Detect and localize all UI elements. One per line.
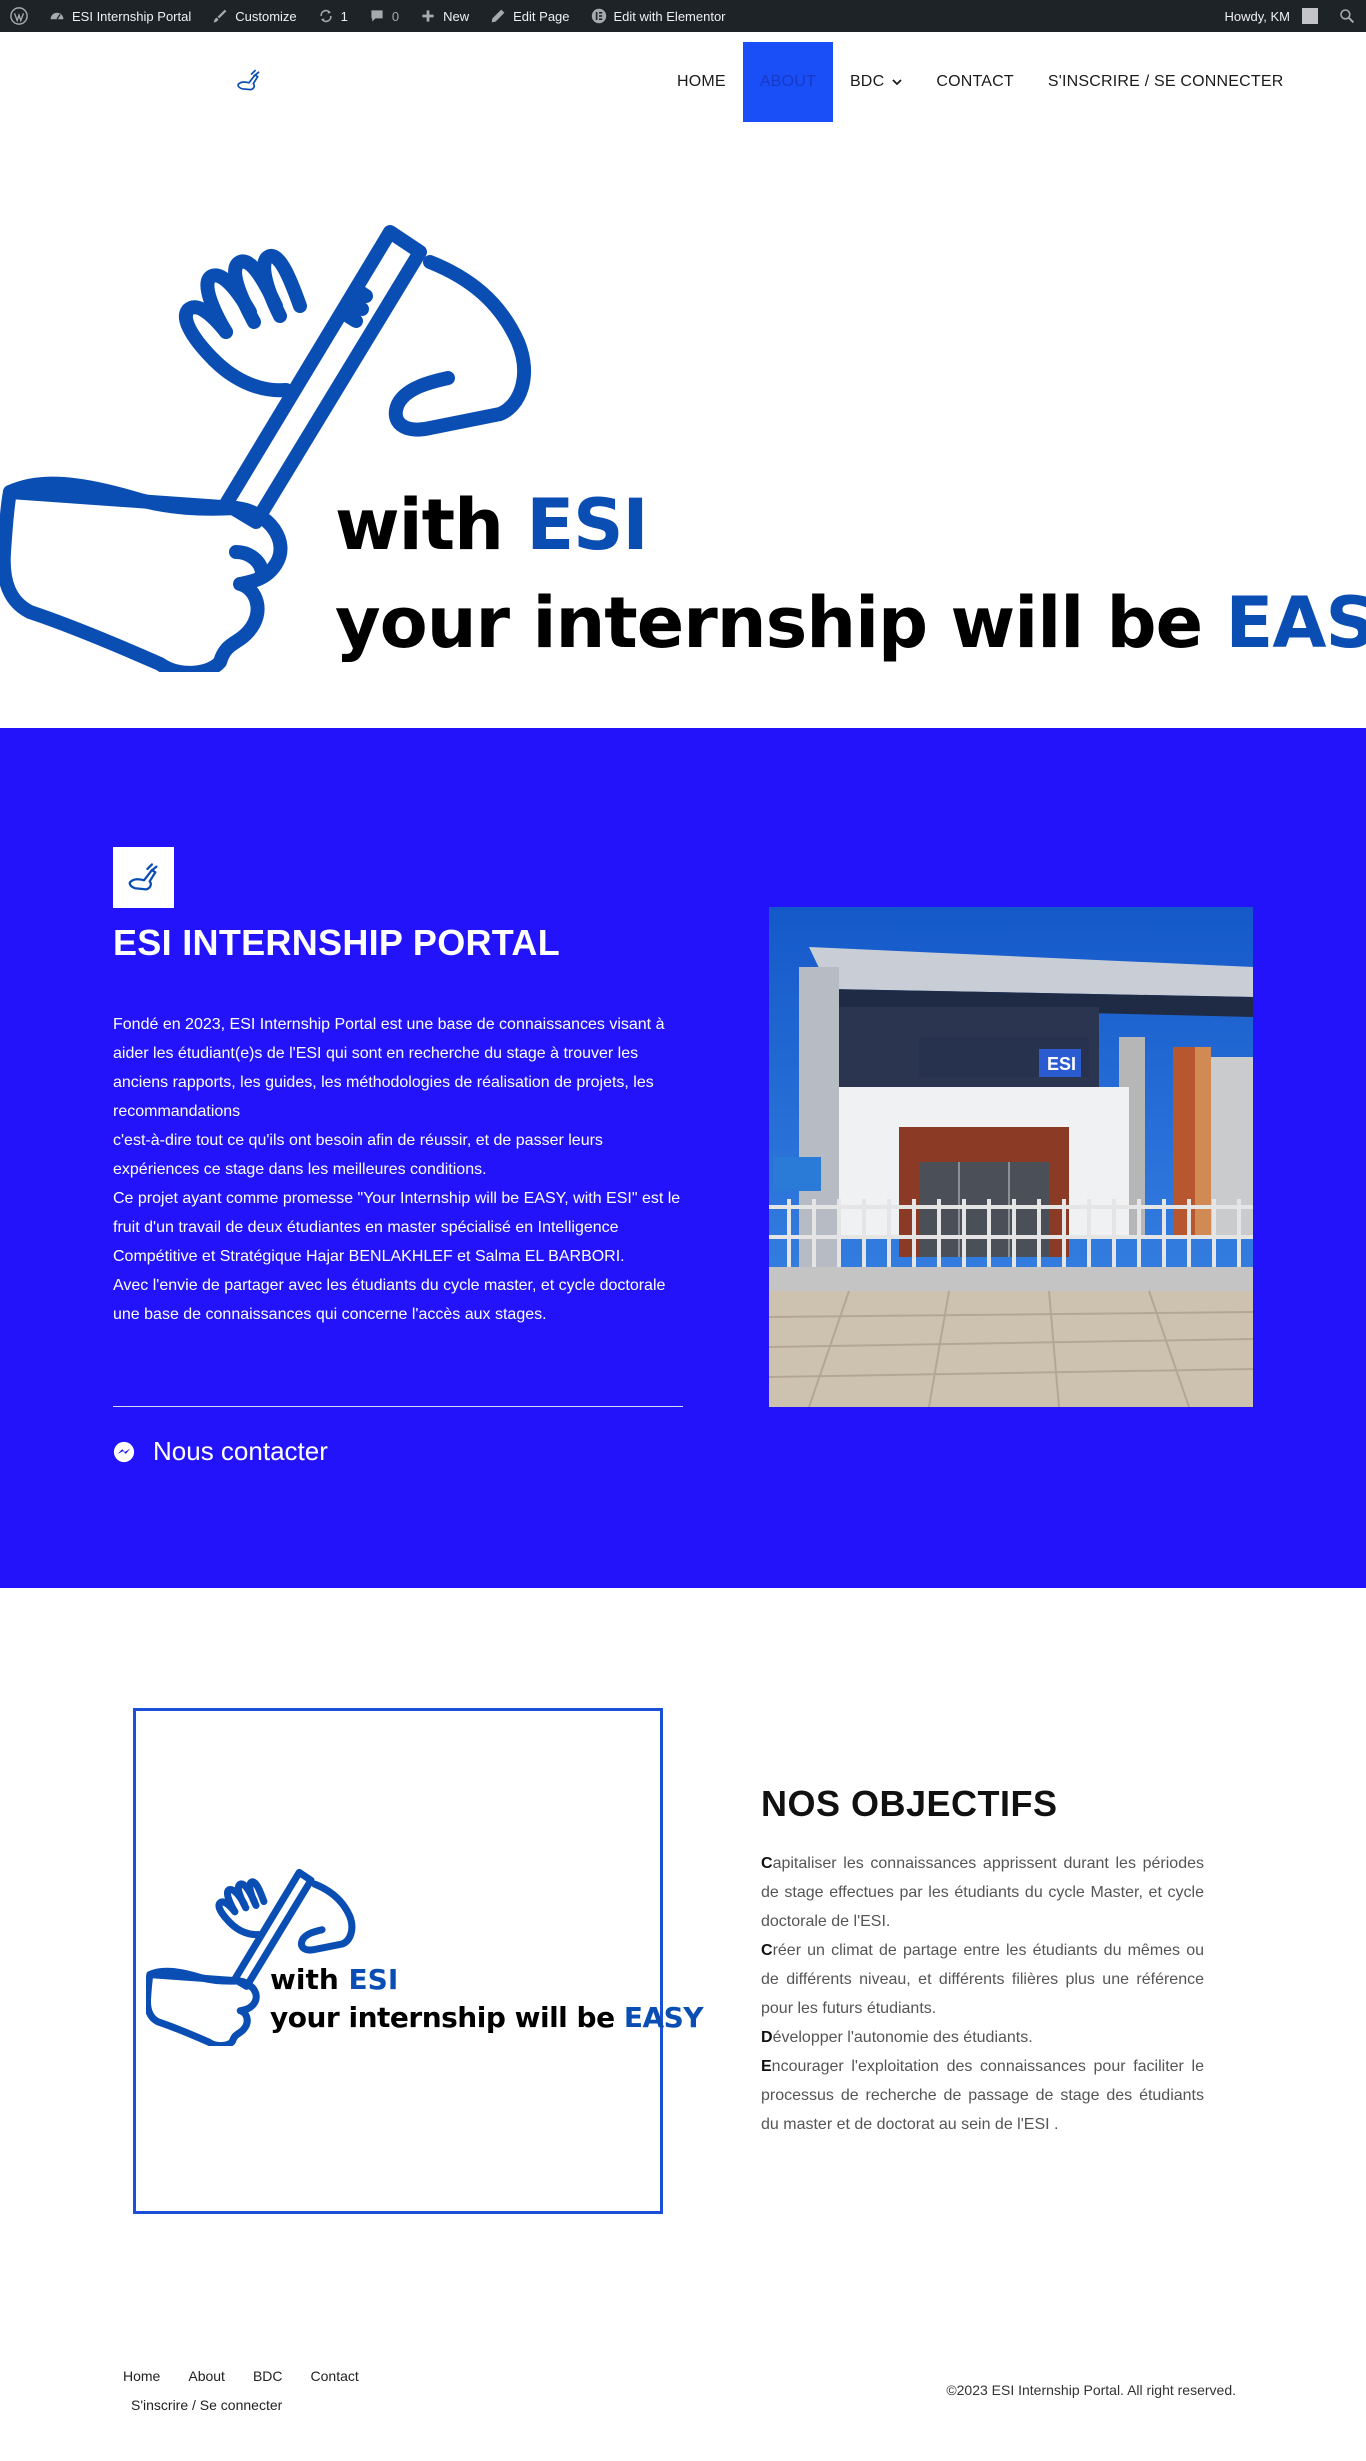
brush-icon: [211, 7, 229, 25]
footer-link-signin[interactable]: S'inscrire / Se connecter: [131, 2397, 282, 2413]
contact-label: Nous contacter: [153, 1436, 328, 1466]
chevron-down-icon: [892, 79, 902, 86]
nav-contact[interactable]: CONTACT: [919, 42, 1031, 122]
nav-bdc-label: BDC: [849, 73, 885, 90]
about-title: ESI INTERNSHIP PORTAL: [113, 922, 561, 963]
hero-line2-accent: EASY: [1225, 582, 1366, 664]
comment-icon: [368, 7, 386, 25]
divider: [113, 1406, 683, 1407]
hero-tagline-line2: your internship will be EASY: [335, 582, 1366, 664]
objective-item: Encourager l'exploitation des connaissan…: [761, 2052, 1204, 2139]
image-line2-accent: EASY: [623, 2001, 704, 2034]
objectives-list: Capitaliser les connaissances apprissent…: [761, 1849, 1204, 2139]
footer-nav: Home About BDC Contact: [123, 2368, 387, 2384]
updates-icon: [317, 7, 335, 25]
search-icon: [1338, 7, 1356, 25]
about-paragraph: Avec l'envie de partager avec les étudia…: [113, 1277, 666, 1323]
edit-page-label: Edit Page: [513, 8, 570, 24]
main-nav: HOME ABOUT BDC CONTACT S'INSCRIRE / SE C…: [660, 42, 1301, 122]
building-sign-text: ESI: [1047, 1054, 1076, 1074]
hero-line1-accent: ESI: [526, 484, 648, 566]
updates-count: 1: [340, 8, 348, 24]
site-name-label: ESI Internship Portal: [72, 8, 192, 24]
about-section: ESI INTERNSHIP PORTAL Fondé en 2023, ESI…: [0, 728, 1366, 1588]
comments-link[interactable]: 0: [358, 0, 409, 32]
objective-text: évelopper l'autonomie des étudiants.: [772, 2029, 1033, 2046]
wordpress-logo-button[interactable]: [0, 0, 38, 32]
copyright: ©2023 ESI Internship Portal. All right r…: [946, 2382, 1236, 2398]
site-name-link[interactable]: ESI Internship Portal: [38, 0, 201, 32]
image-line1-prefix: with: [270, 1963, 349, 1996]
esi-building-photo: ESI: [769, 907, 1253, 1407]
about-paragraph: Fondé en 2023, ESI Internship Portal est…: [113, 1016, 665, 1120]
comments-count: 0: [391, 8, 400, 24]
objective-initial: D: [761, 2029, 773, 2046]
nav-home[interactable]: HOME: [660, 42, 743, 122]
wordpress-icon: [10, 7, 28, 25]
footer-link-about[interactable]: About: [188, 2368, 239, 2384]
nav-signin[interactable]: S'INSCRIRE / SE CONNECTER: [1031, 42, 1301, 122]
avatar: [1302, 8, 1318, 24]
my-account-link[interactable]: Howdy, KM: [1215, 0, 1329, 32]
new-label: New: [443, 8, 470, 24]
customize-link[interactable]: Customize: [201, 0, 306, 32]
customize-label: Customize: [235, 8, 297, 24]
objective-text: ncourager l'exploitation des connaissanc…: [761, 2058, 1204, 2133]
image-line2-prefix: your internship will be: [270, 2001, 624, 2034]
messenger-icon: [113, 1441, 135, 1462]
updates-link[interactable]: 1: [307, 0, 358, 32]
objective-initial: C: [761, 1942, 773, 1959]
logo-icon: [128, 862, 158, 890]
site-footer: Home About BDC Contact S'inscrire / Se c…: [0, 2308, 1366, 2461]
nav-about[interactable]: ABOUT: [742, 42, 833, 122]
about-logo: [113, 847, 174, 908]
about-paragraph: c'est-à-dire tout ce qu'ils ont besoin a…: [113, 1132, 603, 1178]
hero-tagline-line1: with ESI: [335, 484, 649, 566]
objectives-title: NOS OBJECTIFS: [761, 1783, 1058, 1824]
about-description: Fondé en 2023, ESI Internship Portal est…: [113, 1010, 683, 1329]
objectives-section: with ESI your internship will be EASY NO…: [0, 1588, 1366, 2308]
objective-item: Capitaliser les connaissances apprissent…: [761, 1849, 1204, 1936]
building-illustration: ESI: [769, 907, 1253, 1407]
dashboard-icon: [48, 7, 66, 25]
wp-admin-bar: ESI Internship Portal Customize 1 0 New …: [0, 0, 1366, 32]
objective-initial: C: [761, 1855, 773, 1872]
about-paragraph: Ce projet ayant comme promesse "Your Int…: [113, 1190, 681, 1265]
edit-elementor-link[interactable]: Edit with Elementor: [580, 0, 736, 32]
footer-link-home[interactable]: Home: [123, 2368, 174, 2384]
edit-page-link[interactable]: Edit Page: [479, 0, 579, 32]
site-logo-icon: [237, 69, 260, 91]
hero-banner: with ESI your internship will be EASY: [0, 132, 1366, 728]
objective-item: Développer l'autonomie des étudiants.: [761, 2023, 1204, 2052]
objective-text: apitaliser les connaissances apprissent …: [761, 1855, 1204, 1930]
objective-text: réer un climat de partage entre les étud…: [761, 1942, 1204, 2017]
objective-item: Créer un climat de partage entre les étu…: [761, 1936, 1204, 2023]
pencil-icon: [489, 7, 507, 25]
site-logo[interactable]: [236, 68, 262, 94]
image-tagline-line2: your internship will be EASY: [270, 2001, 704, 2034]
edit-elementor-label: Edit with Elementor: [613, 8, 726, 24]
hero-line2-prefix: your internship will be: [335, 582, 1226, 664]
howdy-label: Howdy, KM: [1224, 8, 1291, 24]
footer-link-bdc[interactable]: BDC: [253, 2368, 297, 2384]
image-line1-accent: ESI: [348, 1963, 399, 1996]
plus-icon: [419, 7, 437, 25]
site-header: HOME ABOUT BDC CONTACT S'INSCRIRE / SE C…: [0, 32, 1366, 132]
elementor-icon: [590, 7, 608, 25]
nav-bdc[interactable]: BDC: [833, 42, 919, 122]
objectives-image: with ESI your internship will be EASY: [133, 1708, 704, 2214]
objective-initial: E: [761, 2058, 772, 2075]
hero-line1-prefix: with: [335, 484, 527, 566]
new-content-link[interactable]: New: [409, 0, 479, 32]
footer-link-contact[interactable]: Contact: [311, 2368, 373, 2384]
admin-search-button[interactable]: [1328, 0, 1366, 32]
image-tagline-line1: with ESI: [270, 1963, 398, 1996]
contact-link[interactable]: Nous contacter: [113, 1436, 328, 1467]
